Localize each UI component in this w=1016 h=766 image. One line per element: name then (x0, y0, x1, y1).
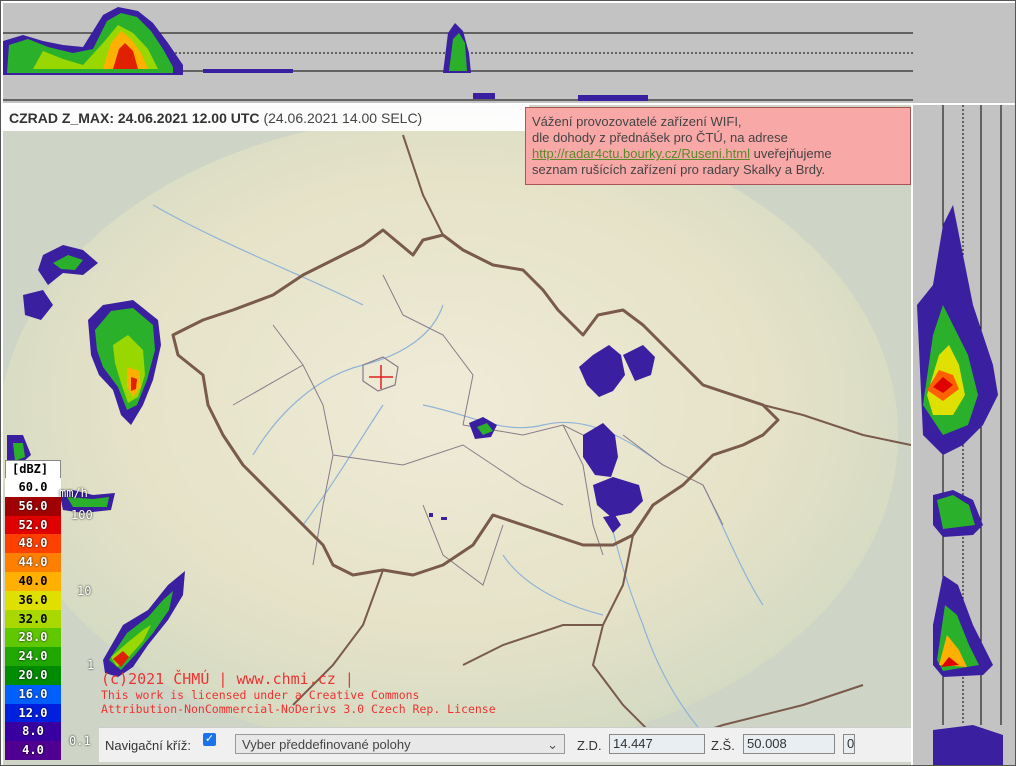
chevron-down-icon: ⌄ (547, 737, 558, 752)
legend-row: 40.0 (5, 571, 61, 591)
rain-tick-0-1: 0.1 (69, 734, 91, 748)
top-profile-strip (3, 3, 913, 103)
legend-row: 20.0 (5, 665, 61, 685)
notice-after-link: uveřejňujeme (753, 146, 832, 161)
title-utc: CZRAD Z_MAX: 24.06.2021 12.00 UTC (9, 110, 260, 126)
legend-row: 48.0 (5, 534, 61, 554)
legend-row: 8.0 (5, 722, 61, 742)
corner-panel (913, 3, 1015, 103)
rain-unit: mm/h (59, 486, 88, 500)
radar-map[interactable]: CZRAD Z_MAX: 24.06.2021 12.00 UTC (24.06… (3, 105, 911, 765)
legend-row: 52.0 (5, 515, 61, 535)
navigation-bar: Navigační kříž: ✓ Vyber předdefinované p… (99, 727, 911, 762)
legend-row: 4.0 (5, 741, 61, 760)
notice-line-4: seznam rušících zařízení pro radary Skal… (532, 162, 826, 177)
legend-rows: 60.0 56.0 52.0 48.0 44.0 40.0 36.0 32.0 28.0 24.0… (5, 478, 61, 760)
rain-tick-1: 1 (87, 658, 95, 672)
dbz-legend: [dBZ] 60.0 56.0 52.0 48.0 44.0 40.0 36.0 32.0 28… (5, 460, 61, 760)
copyright-line-1: (c)2021 ČHMÚ | www.chmi.cz | (101, 670, 354, 688)
longitude-field[interactable]: 14.447 (609, 734, 705, 754)
legend-row: 60.0 (5, 478, 61, 497)
notice-line-2: dle dohody z přednášek pro ČTÚ, na adres… (532, 130, 788, 145)
image-title: CZRAD Z_MAX: 24.06.2021 12.00 UTC (24.06… (3, 105, 529, 131)
wifi-notice: Vážení provozovatelé zařízení WIFI, dle … (525, 107, 911, 185)
legend-row: 16.0 (5, 684, 61, 704)
copyright-line-3: Attribution-NonCommercial-NoDerivs 3.0 C… (101, 702, 496, 716)
nav-cross-label: Navigační kříž: (105, 738, 191, 753)
latitude-field[interactable]: 50.008 (743, 734, 835, 754)
notice-link[interactable]: http://radar4ctu.bourky.cz/Ruseni.html (532, 146, 750, 161)
map-graphic (3, 105, 911, 765)
title-local-time: (24.06.2021 14.00 SELC) (263, 110, 423, 126)
right-profile-graphic (913, 105, 1015, 765)
nav-cross-checkbox[interactable]: ✓ (203, 733, 216, 746)
rain-tick-100: 100 (71, 508, 93, 522)
extra-field[interactable]: 0 (843, 734, 855, 754)
legend-row: 28.0 (5, 628, 61, 648)
copyright-notice: (c)2021 ČHMÚ | www.chmi.cz | This work i… (101, 670, 496, 716)
legend-row: 24.0 (5, 647, 61, 666)
latitude-label: Z.Š. (711, 738, 735, 753)
right-profile-strip (913, 105, 1015, 765)
legend-row: 32.0 (5, 609, 61, 629)
legend-row: 56.0 (5, 496, 61, 516)
top-profile-graphic (3, 7, 913, 101)
copyright-line-2: This work is licensed under a Creative C… (101, 688, 420, 702)
legend-unit: [dBZ] (5, 460, 61, 478)
notice-line-1: Vážení provozovatelé zařízení WIFI, (532, 114, 742, 129)
legend-row: 12.0 (5, 703, 61, 723)
location-select[interactable]: Vyber předdefinované polohy ⌄ (235, 734, 565, 754)
legend-row: 44.0 (5, 553, 61, 572)
legend-row: 36.0 (5, 590, 61, 610)
radar-viewer: CZRAD Z_MAX: 24.06.2021 12.00 UTC (24.06… (0, 0, 1016, 766)
location-select-value: Vyber předdefinované polohy (242, 737, 411, 752)
longitude-label: Z.D. (577, 738, 602, 753)
rain-tick-10: 10 (77, 584, 92, 598)
